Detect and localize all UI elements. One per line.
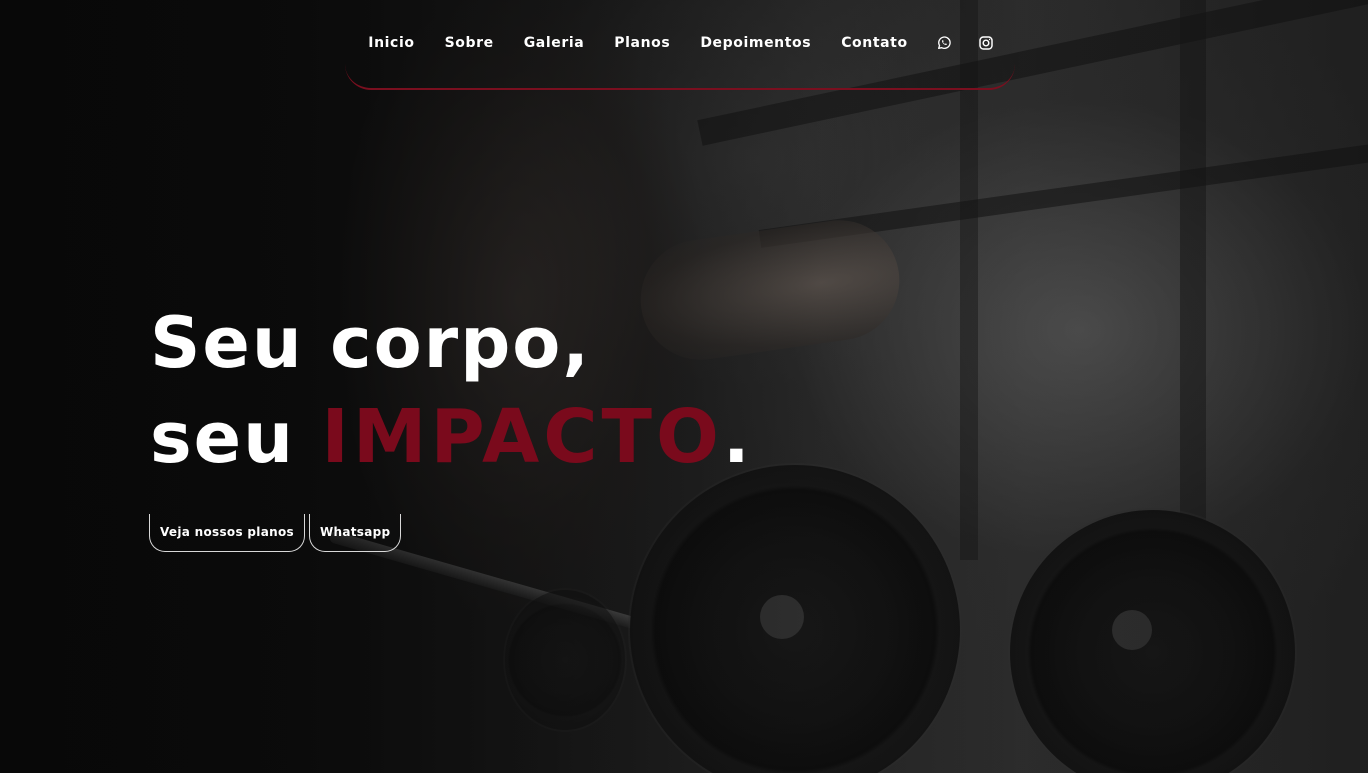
whatsapp-button-label: Whatsapp: [319, 524, 391, 539]
nav-link-galeria[interactable]: Galeria: [524, 35, 585, 51]
nav-link-planos[interactable]: Planos: [614, 35, 670, 51]
whatsapp-icon[interactable]: [934, 33, 954, 53]
background-weight-plate: [505, 590, 625, 730]
hero-actions: Veja nossos planos Whatsapp: [149, 514, 402, 552]
background-beam: [758, 141, 1368, 248]
view-plans-label: Veja nossos planos: [160, 524, 294, 539]
hero-headline: Seu corpo, seu IMPACTO.: [150, 296, 752, 485]
nav-list: Inicio Sobre Galeria Planos Depoimentos …: [353, 33, 1006, 53]
view-plans-button[interactable]: Veja nossos planos: [149, 514, 305, 552]
nav-link-sobre[interactable]: Sobre: [445, 35, 494, 51]
barbell-plate: [1010, 510, 1295, 773]
barbell-plate-hub: [760, 595, 804, 639]
headline-prefix: seu: [150, 397, 322, 479]
nav-link-depoimentos[interactable]: Depoimentos: [700, 35, 811, 51]
headline-line-2: seu IMPACTO.: [150, 390, 752, 485]
headline-line-1: Seu corpo,: [150, 302, 591, 384]
instagram-icon[interactable]: [976, 33, 996, 53]
barbell-plate: [630, 465, 960, 773]
hero-section: Inicio Sobre Galeria Planos Depoimentos …: [0, 0, 1368, 773]
headline-suffix: .: [722, 397, 752, 479]
nav-link-contato[interactable]: Contato: [841, 35, 908, 51]
barbell-plate-hub: [1112, 610, 1152, 650]
whatsapp-button[interactable]: Whatsapp: [308, 514, 402, 552]
nav-link-inicio[interactable]: Inicio: [368, 35, 414, 51]
main-nav: Inicio Sobre Galeria Planos Depoimentos …: [345, 0, 1015, 90]
headline-accent-word: IMPACTO: [321, 394, 723, 480]
background-pillar: [1180, 0, 1206, 773]
